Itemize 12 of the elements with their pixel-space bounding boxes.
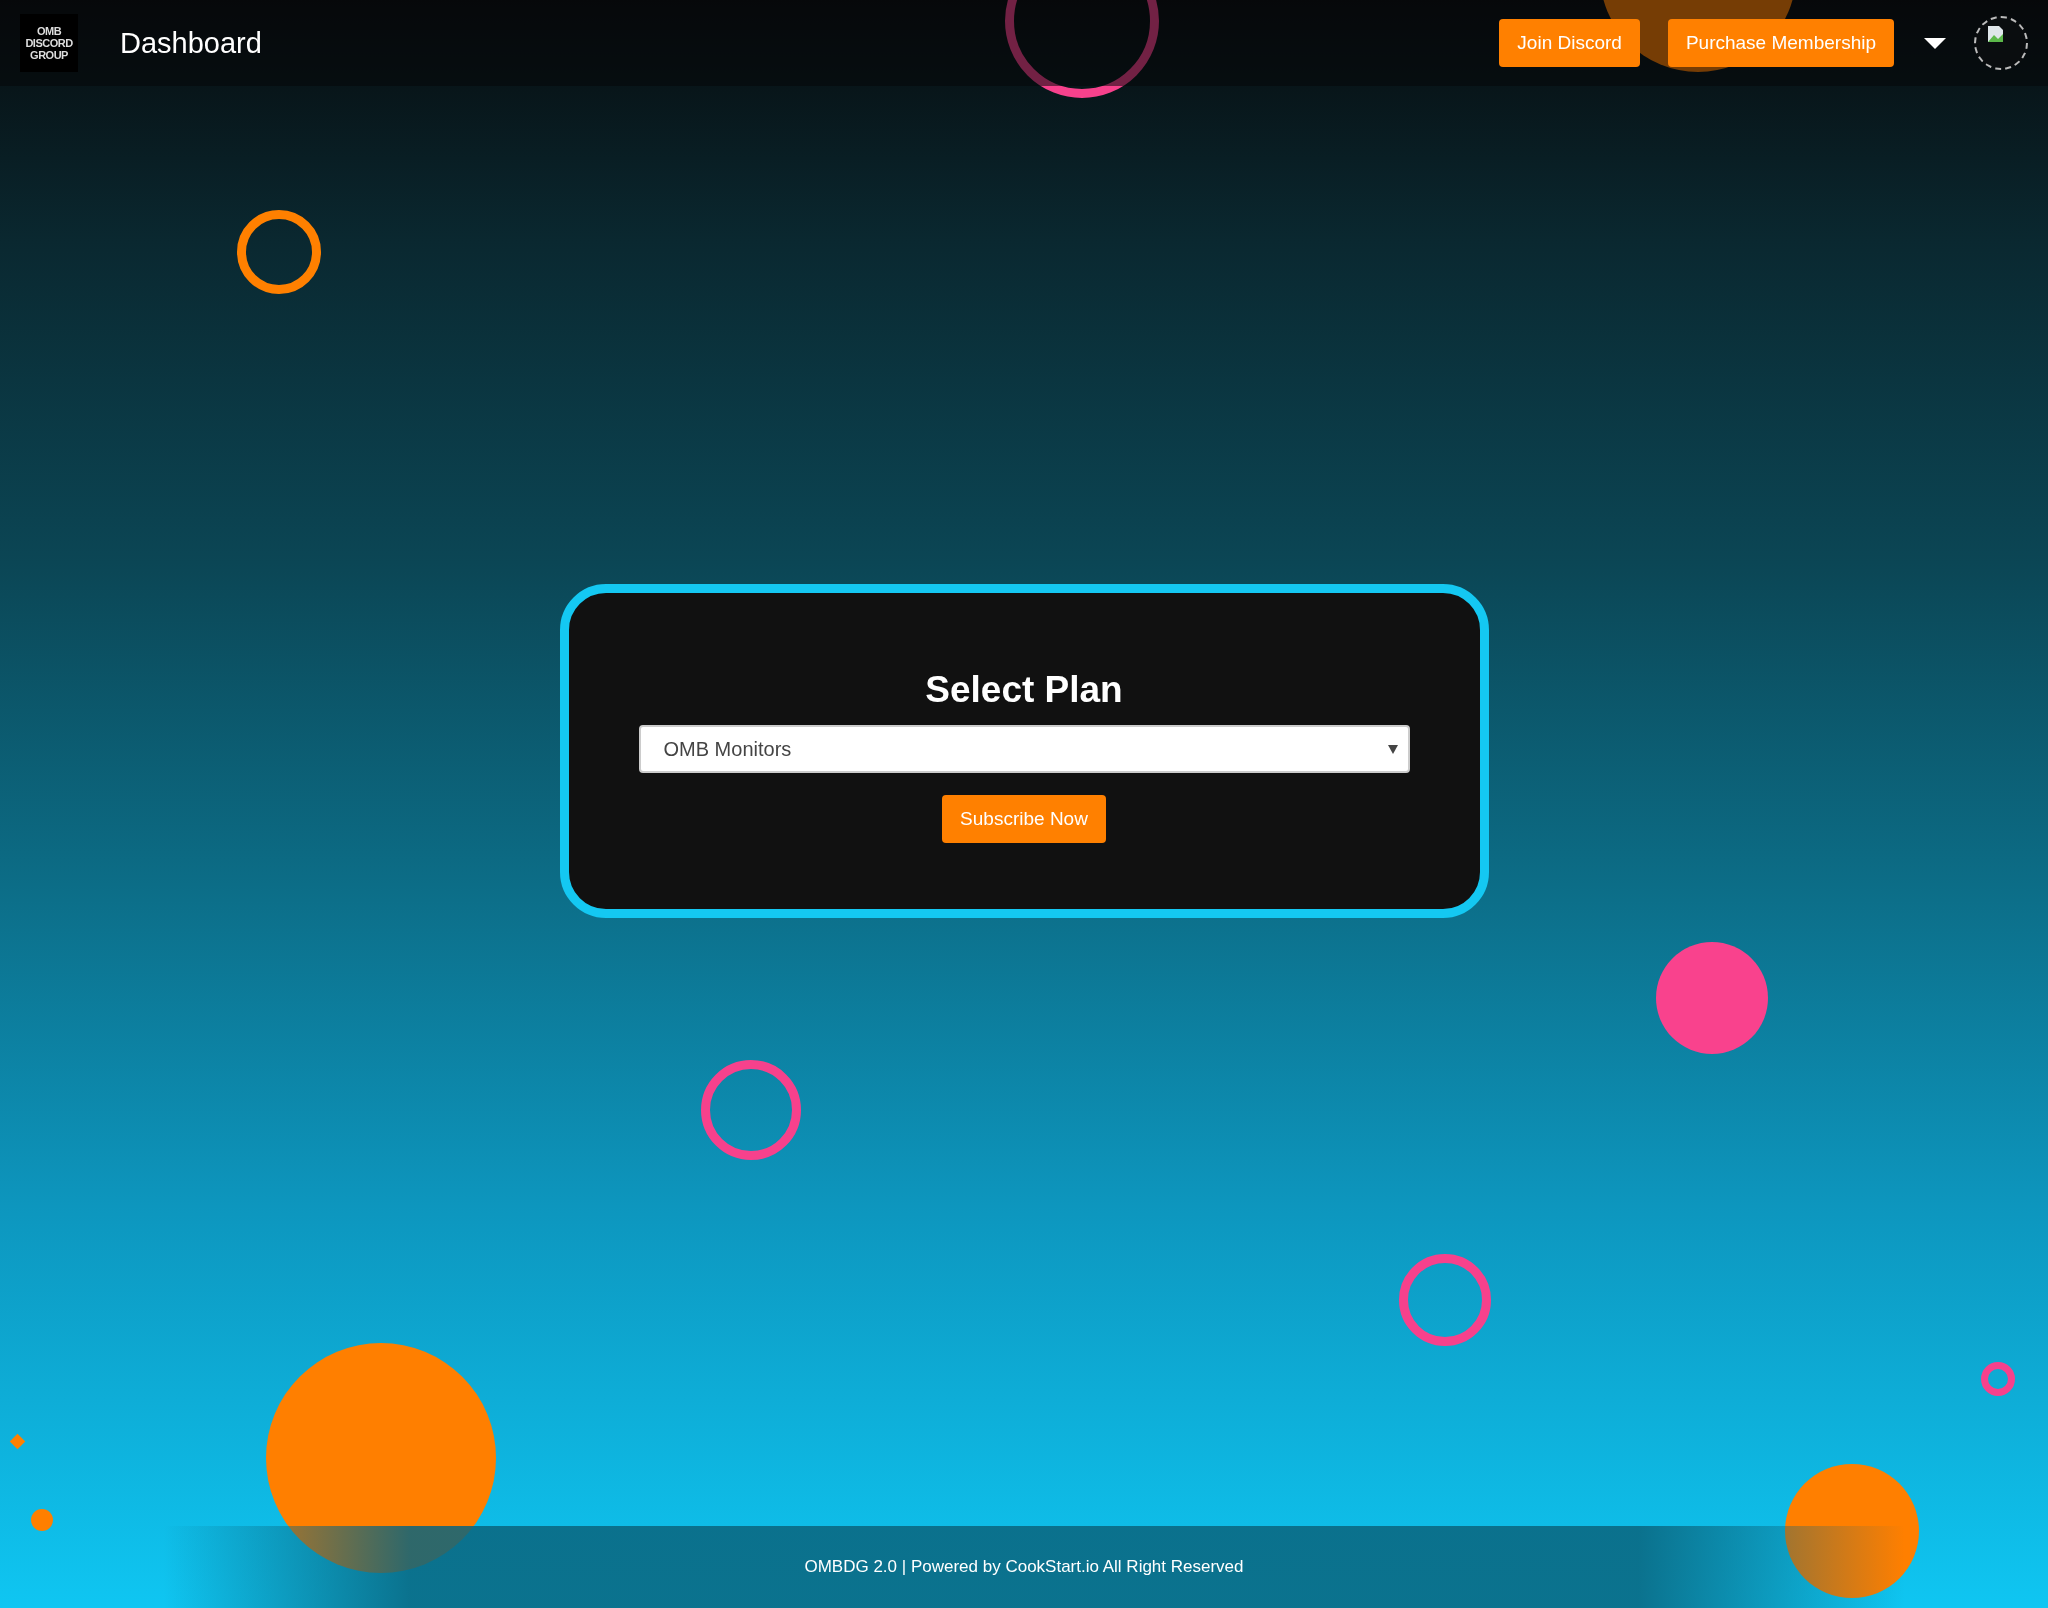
caret-icon [1387, 744, 1398, 754]
join-discord-button[interactable]: Join Discord [1499, 19, 1640, 67]
caret-icon[interactable] [1924, 37, 1946, 49]
footer-text: OMBDG 2.0 | Powered by CookStart.io All Right Reserved [804, 1557, 1244, 1577]
decorative-ring [1981, 1362, 2015, 1396]
purchase-membership-button[interactable]: Purchase Membership [1667, 19, 1894, 67]
logo[interactable]: OMB DISCORD GROUP [20, 14, 78, 72]
plan-select[interactable]: OMB Monitors [638, 725, 1410, 773]
subscribe-button[interactable]: Subscribe Now [942, 795, 1106, 843]
card-title: Select Plan [925, 669, 1123, 711]
page-title: Dashboard [120, 26, 262, 60]
decorative-dot [31, 1509, 53, 1531]
